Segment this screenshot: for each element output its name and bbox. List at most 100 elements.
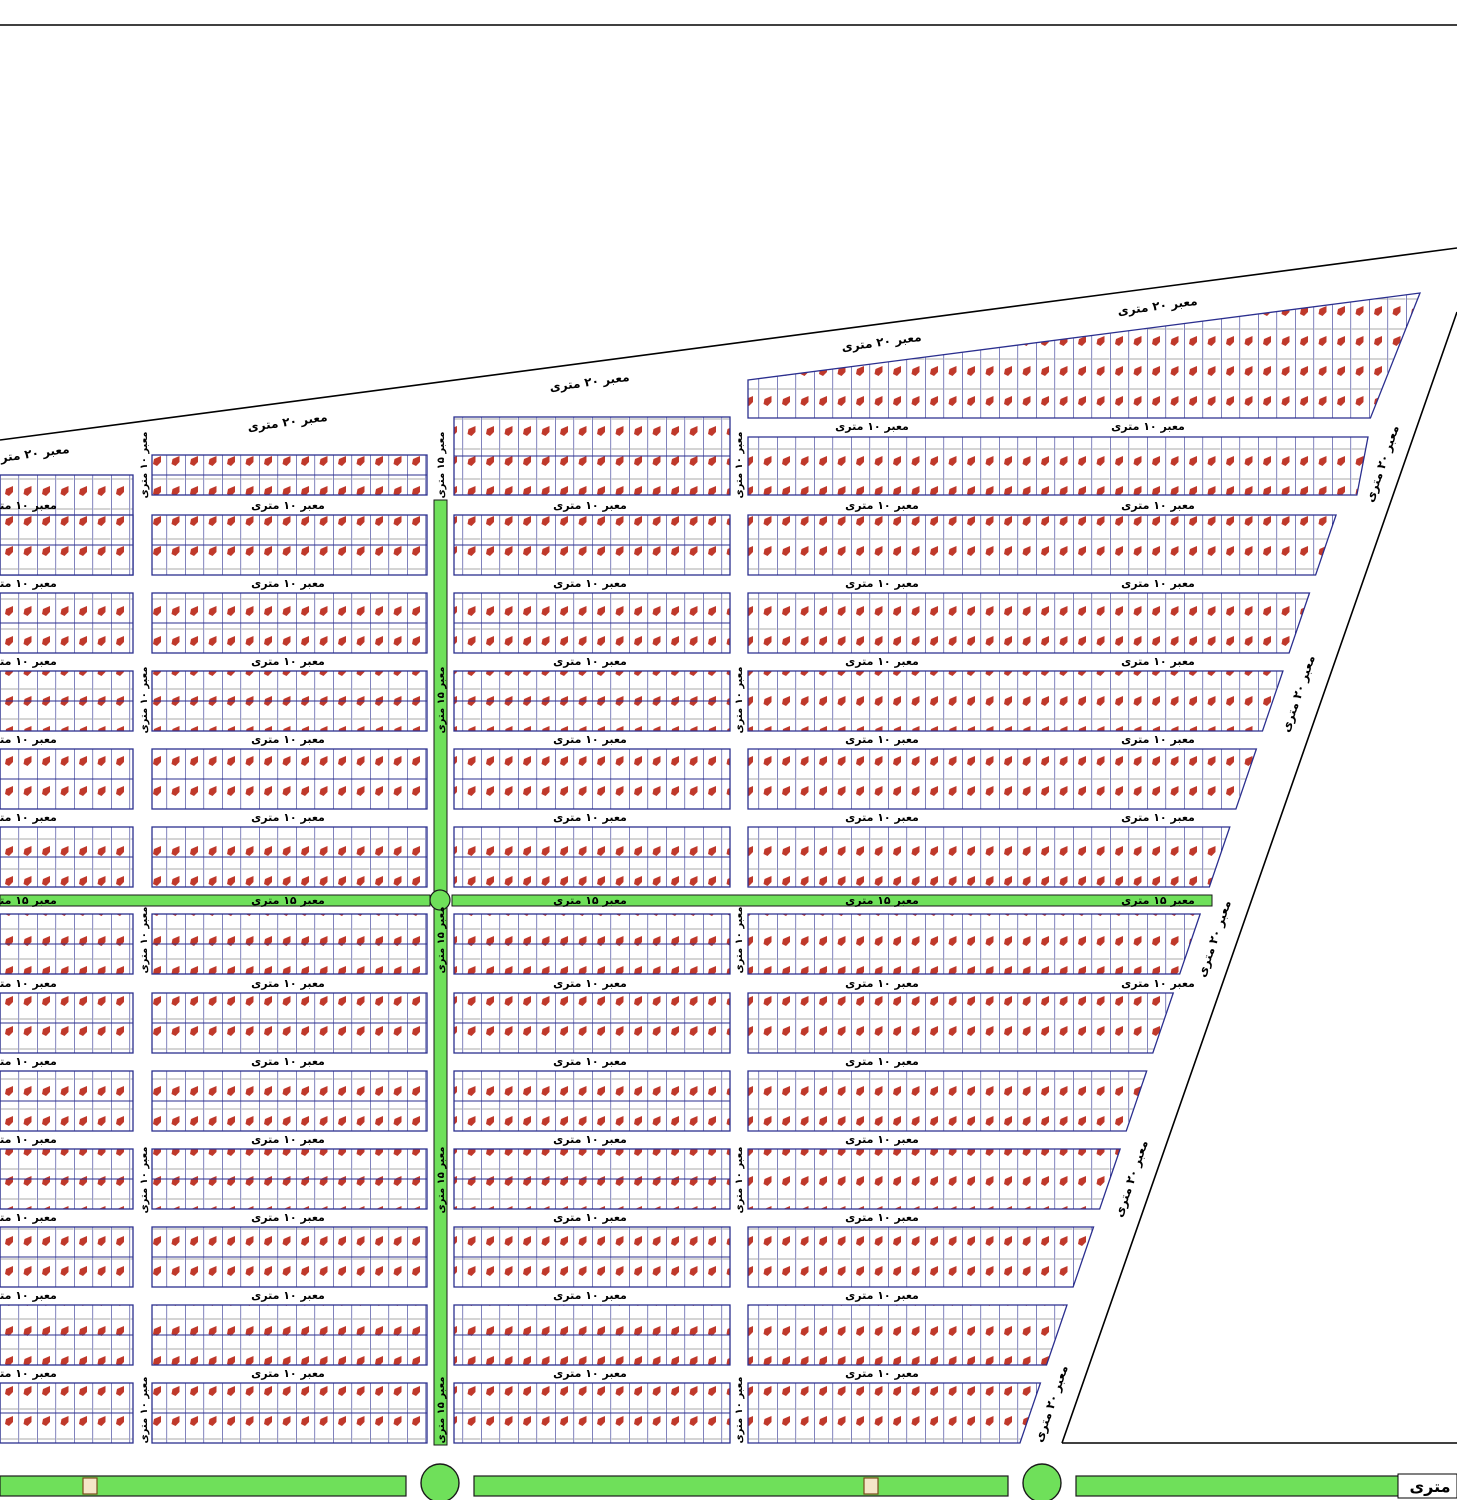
road-label-h-4-2: معبر ۱۰ متری — [553, 811, 627, 824]
road-label-h-7-3: معبر ۱۰ متری — [845, 1055, 919, 1068]
road-label-h-2-3: معبر ۱۰ متری — [845, 655, 919, 668]
road-label-v-0-4: معبر ۱۰ متری — [139, 1377, 150, 1444]
road-label-v-1-2: معبر ۱۵ متری — [436, 907, 447, 974]
parcel-block-r11-c3 — [747, 1382, 1042, 1444]
road-label-h-10-2: معبر ۱۰ متری — [553, 1289, 627, 1302]
road-label-h-2-4: معبر ۱۰ متری — [1121, 655, 1195, 668]
road-label-v-0-3: معبر ۱۰ متری — [139, 1147, 150, 1214]
green-belt-bottom-1 — [0, 1475, 407, 1497]
road-label-h-1-3: معبر ۱۰ متری — [845, 577, 919, 590]
road-label-h-0-0: معبر ۱۰ متری — [0, 499, 57, 512]
road-label-v-1-1: معبر ۱۵ متری — [436, 667, 447, 734]
road-label-h-3-4: معبر ۱۰ متری — [1121, 733, 1195, 746]
road-label-h-4-4: معبر ۱۰ متری — [1121, 811, 1195, 824]
road-label-h-10-0: معبر ۱۰ متری — [0, 1289, 57, 1302]
road-label-h-9-3: معبر ۱۰ متری — [845, 1211, 919, 1224]
green-belt-horizontal-west — [0, 894, 431, 907]
road-label-v-0-2: معبر ۱۰ متری — [139, 907, 150, 974]
road-label-h-11-0: معبر ۱۰ متری — [0, 1367, 57, 1380]
road-label-v-2-1: معبر ۱۰ متری — [734, 667, 745, 734]
road-label-h-2-1: معبر ۱۰ متری — [251, 655, 325, 668]
road-label-h-7-1: معبر ۱۰ متری — [251, 1055, 325, 1068]
road-label-h-9-2: معبر ۱۰ متری — [553, 1211, 627, 1224]
roundabout-bottom-2 — [1022, 1463, 1062, 1500]
road-label-h-0-2: معبر ۱۰ متری — [553, 499, 627, 512]
parcel-block-r5-c3 — [747, 913, 1202, 975]
road-label-h-6-0: معبر ۱۰ متری — [0, 977, 57, 990]
parcel-block-r6-c3 — [747, 992, 1175, 1054]
road-label-h-5-0: معبر ۱۵ متری — [0, 894, 57, 907]
road-label-h-1-0: معبر ۱۰ متری — [0, 577, 57, 590]
road-label-h-10-3: معبر ۱۰ متری — [845, 1289, 919, 1302]
road-label-h-8-2: معبر ۱۰ متری — [553, 1133, 627, 1146]
road-label-v-2-2: معبر ۱۰ متری — [734, 907, 745, 974]
parcel-block-r7-c3 — [747, 1070, 1148, 1132]
road-label-h-3-2: معبر ۱۰ متری — [553, 733, 627, 746]
road-label-h-5-2: معبر ۱۵ متری — [553, 894, 627, 907]
green-belt-bottom-2 — [473, 1475, 1009, 1497]
parcel-block-r9-c3 — [747, 1226, 1095, 1288]
road-label-north-3: معبر ۲۰ متری — [549, 370, 631, 394]
road-label-v-2-0: معبر ۱۰ متری — [734, 432, 745, 499]
road-label-h-11-1: معبر ۱۰ متری — [251, 1367, 325, 1380]
road-label-v-1-4: معبر ۱۵ متری — [436, 1377, 447, 1444]
road-label-h-0-1: معبر ۱۰ متری — [251, 499, 325, 512]
road-label-top-strip-b: معبر ۱۰ متری — [1111, 420, 1185, 433]
road-label-v-0-1: معبر ۱۰ متری — [139, 667, 150, 734]
parcel-block-r8-c3 — [747, 1148, 1122, 1210]
road-label-north-5: معبر ۲۰ متری — [1117, 294, 1199, 318]
parcel-block-r3-c3 — [747, 748, 1258, 810]
road-label-h-7-2: معبر ۱۰ متری — [553, 1055, 627, 1068]
road-label-north-2: معبر ۲۰ متری — [247, 410, 329, 434]
road-label-h-3-0: معبر ۱۰ متری — [0, 733, 57, 746]
road-label-v-1-3: معبر ۱۵ متری — [436, 1147, 447, 1214]
road-label-north-1: معبر ۲۰ متری — [0, 442, 70, 466]
road-label-east-5: معبر ۲۰ متری — [1032, 1363, 1071, 1444]
parcel-block-r1-c3 — [747, 592, 1311, 654]
road-label-h-9-1: معبر ۱۰ متری — [251, 1211, 325, 1224]
road-label-h-3-1: معبر ۱۰ متری — [251, 733, 325, 746]
road-label-north-4: معبر ۲۰ متری — [841, 330, 923, 354]
road-label-h-8-1: معبر ۱۰ متری — [251, 1133, 325, 1146]
road-label-h-10-1: معبر ۱۰ متری — [251, 1289, 325, 1302]
road-label-h-5-1: معبر ۱۵ متری — [251, 894, 325, 907]
road-label-h-4-3: معبر ۱۰ متری — [845, 811, 919, 824]
road-label-h-6-2: معبر ۱۰ متری — [553, 977, 627, 990]
parcel-blocks — [0, 292, 1422, 1444]
road-label-h-7-0: معبر ۱۰ متری — [0, 1055, 57, 1068]
parcel-block-r4-c3 — [747, 826, 1231, 888]
parcel-block-r10-c3 — [747, 1304, 1068, 1366]
road-label-h-5-4: معبر ۱۵ متری — [1121, 894, 1195, 907]
parcel-block-row0-3 — [747, 436, 1369, 496]
road-label-top-strip-a: معبر ۱۰ متری — [835, 420, 909, 433]
road-label-h-4-1: معبر ۱۰ متری — [251, 811, 325, 824]
road-label-h-6-4: معبر ۱۰ متری — [1121, 977, 1195, 990]
road-label-h-0-3: معبر ۱۰ متری — [845, 499, 919, 512]
road-label-h-11-3: معبر ۱۰ متری — [845, 1367, 919, 1380]
road-label-h-2-0: معبر ۱۰ متری — [0, 655, 57, 668]
parcel-block-r2-c3 — [747, 670, 1284, 732]
road-label-h-3-3: معبر ۱۰ متری — [845, 733, 919, 746]
land-subdivision-map: معبر ۲۰ متری معبر ۲۰ متری معبر ۲۰ متری م… — [0, 24, 1457, 1500]
road-label-h-11-2: معبر ۱۰ متری — [553, 1367, 627, 1380]
kiosk-marker-1 — [82, 1477, 98, 1495]
road-label-v-2-4: معبر ۱۰ متری — [734, 1377, 745, 1444]
road-label-h-5-3: معبر ۱۵ متری — [845, 894, 919, 907]
road-label-h-1-2: معبر ۱۰ متری — [553, 577, 627, 590]
road-label-v-1-0: معبر ۱۵ متری — [436, 432, 447, 499]
road-label-h-2-2: معبر ۱۰ متری — [553, 655, 627, 668]
corner-label: متری — [1409, 1477, 1450, 1496]
road-label-h-8-0: معبر ۱۰ متری — [0, 1133, 57, 1146]
road-label-h-8-3: معبر ۱۰ متری — [845, 1133, 919, 1146]
parcel-block-top-3 — [747, 292, 1422, 419]
road-label-h-4-0: معبر ۱۰ متری — [0, 811, 57, 824]
road-label-h-6-3: معبر ۱۰ متری — [845, 977, 919, 990]
road-label-h-1-4: معبر ۱۰ متری — [1121, 577, 1195, 590]
road-label-east-2: معبر ۲۰ متری — [1279, 653, 1318, 734]
road-label-h-0-4: معبر ۱۰ متری — [1121, 499, 1195, 512]
parcel-block-r0-c3 — [747, 514, 1337, 576]
kiosk-marker-2 — [863, 1477, 879, 1495]
road-label-h-1-1: معبر ۱۰ متری — [251, 577, 325, 590]
road-label-east-1: معبر ۲۰ متری — [1363, 423, 1402, 504]
road-label-h-9-0: معبر ۱۰ متری — [0, 1211, 57, 1224]
